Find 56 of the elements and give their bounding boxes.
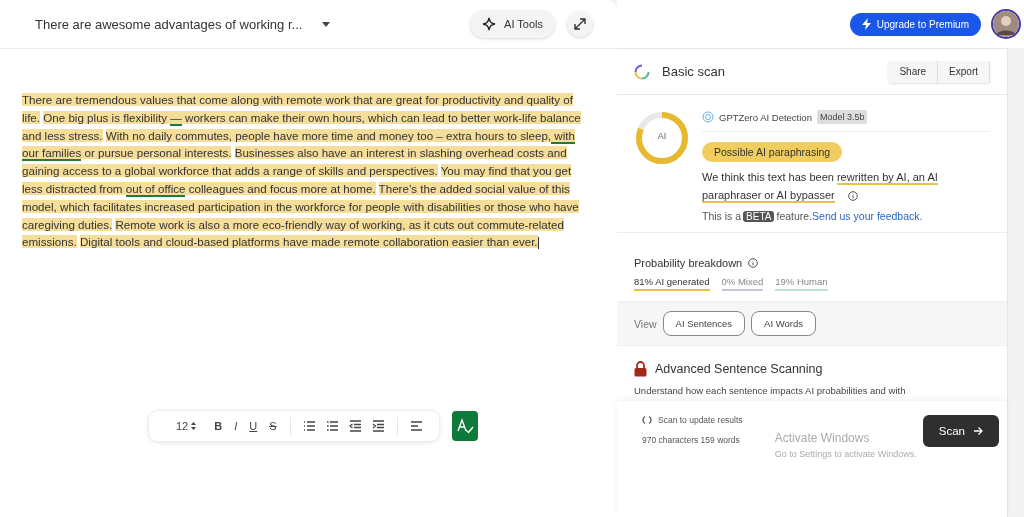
section-title: Advanced Sentence Scanning	[655, 362, 823, 376]
bulleted-list-icon	[325, 420, 339, 432]
font-size-select[interactable]: 12	[171, 415, 202, 437]
stepper-icon	[191, 422, 197, 430]
info-icon	[748, 258, 759, 268]
scan-button[interactable]: Scan	[922, 415, 999, 447]
numbered-list-icon	[302, 420, 316, 432]
beta-notice-end: feature.	[776, 210, 813, 222]
spellcheck-icon	[455, 417, 474, 435]
ai-tools-button[interactable]: AI Tools	[470, 10, 555, 38]
align-left-icon	[409, 420, 423, 432]
scan-title: Basic scan	[662, 64, 725, 79]
lightning-icon	[861, 18, 871, 30]
view-option-button[interactable]: AI Words	[751, 311, 816, 336]
ring-label: AI	[656, 131, 668, 141]
export-button[interactable]: Export	[938, 60, 990, 83]
share-button[interactable]: Share	[888, 60, 939, 83]
explanation-text: We think this text has been rewritten by AI, an AI paraphraser or AI bypasser	[702, 170, 939, 204]
verdict-badge: Possible AI paraphrasing	[702, 142, 843, 162]
update-hint: Scan to update results	[658, 415, 743, 425]
activation-notice-title: Activate Windows	[774, 431, 870, 445]
indent-icon	[371, 420, 385, 432]
view-label: View	[634, 317, 657, 330]
beta-notice: This is a	[702, 210, 742, 222]
expand-icon	[572, 16, 588, 32]
sparkle-icon	[482, 17, 497, 31]
underline-button[interactable]: U	[244, 415, 263, 437]
detector-name: GPTZero AI Detection	[719, 111, 812, 123]
caret-icon	[322, 21, 331, 27]
avatar[interactable]	[991, 9, 1021, 39]
feedback-link[interactable]: Send us your feedback.	[812, 210, 923, 222]
breakdown-tab[interactable]: 81% AI generated	[634, 276, 710, 291]
breakdown-title: Probability breakdown	[634, 257, 743, 269]
arrow-icon	[973, 426, 983, 436]
breakdown-tab[interactable]: 19% Human	[775, 276, 828, 291]
expand-button[interactable]	[567, 11, 593, 37]
model-badge: Model 3.5b	[816, 110, 868, 124]
breakdown-tab[interactable]: 0% Mixed	[721, 276, 764, 291]
info-icon	[848, 191, 858, 201]
lock-icon	[634, 361, 647, 377]
activation-notice-text: Go to Settings to activate Windows.	[774, 449, 917, 459]
strikethrough-button[interactable]: S	[264, 415, 282, 437]
outdent-icon	[348, 420, 362, 432]
refresh-icon	[642, 415, 652, 425]
essay-paragraph: There are tremendous values that come along with remote work that are great for productivity and quality of life. One big plus is flexibility — workers can make their own hours, which can lead to better work-life balance and less stress. With no daily commutes, people have more time and money too – extra hours to sleep, with our families or pursue personal interests. Businesses also have an interest in slashing overhead costs and gaining access to a global workforce that adds a range of skills and perspectives. You may find that you get less distracted from out of office colleagues and focus more at home. There’s the added social value of this model, which facilitates increased participation in the workforce for people with disabilities or those who have caregiving duties. Remote work is also a more eco-friendly way of working, as it cuts out commute-related emissions. Digital tools and cloud-based platforms have made remote collaboration easier than ever.	[22, 92, 582, 252]
section-description: Understand how each sentence impacts AI probabilities and with	[634, 385, 907, 396]
view-option-button[interactable]: AI Sentences	[662, 311, 746, 336]
bold-button[interactable]: B	[209, 415, 228, 437]
target-icon	[702, 111, 714, 123]
beta-badge: BETA	[743, 210, 775, 222]
character-count: 970 characters 159 words	[642, 435, 741, 445]
document-title-dropdown[interactable]: There are awesome advantages of working r...	[35, 16, 331, 32]
spellcheck-button[interactable]	[451, 411, 478, 441]
upgrade-button[interactable]: Upgrade to Premium	[849, 12, 981, 36]
loading-ring-icon	[634, 63, 650, 80]
italic-button[interactable]: I	[229, 415, 243, 437]
